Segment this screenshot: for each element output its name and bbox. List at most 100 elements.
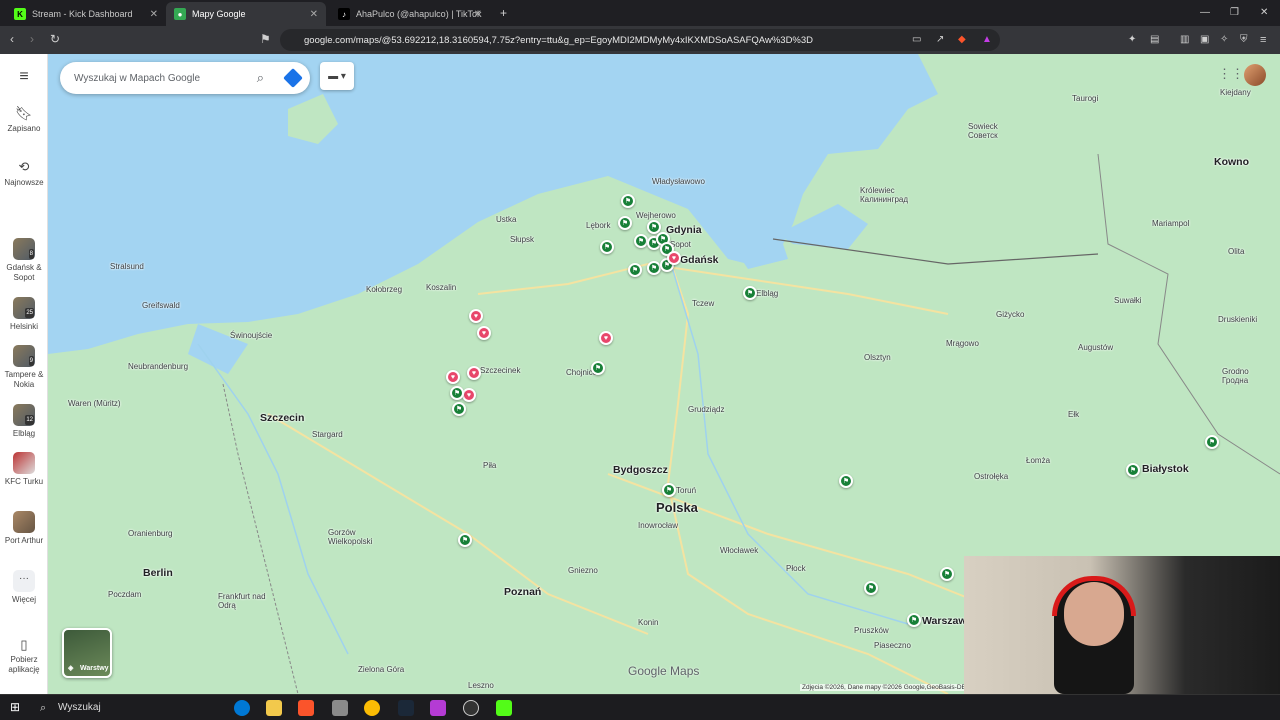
- list-kfc-turku[interactable]: KFC Turku: [0, 452, 48, 487]
- maximize-icon[interactable]: ❐: [1230, 7, 1239, 19]
- saved-heart-pin[interactable]: ♥: [667, 251, 681, 265]
- reload-icon[interactable]: ↻: [50, 33, 60, 45]
- search-input[interactable]: Wyszukaj w Mapach Google: [74, 73, 200, 84]
- list-label: Port Arthur: [4, 536, 44, 545]
- brave-shield-icon[interactable]: ◆: [958, 34, 966, 46]
- list-port-arthur[interactable]: Port Arthur: [0, 511, 48, 546]
- app-icon[interactable]: [332, 700, 348, 716]
- tab-tiktok[interactable]: ♪ AhaPulco (@ahapulco) | TikTok ✕: [330, 2, 490, 26]
- browser-menu-icon[interactable]: ≡: [1260, 34, 1266, 46]
- recent-label: Najnowsze: [4, 178, 44, 187]
- saved-flag-pin[interactable]: ⚑: [600, 240, 614, 254]
- saved-button[interactable]: 🔖︎ Zapisano: [0, 106, 48, 134]
- place-kolobrzeg: Kołobrzeg: [366, 285, 403, 294]
- url-field[interactable]: google.com/maps/@53.692212,18.3160594,7.…: [280, 29, 1000, 51]
- rewards-icon[interactable]: ▲: [982, 34, 992, 46]
- list-thumbnail: [13, 452, 35, 474]
- list-gdansk-sopot[interactable]: 8 Gdańsk & Sopot: [0, 238, 48, 283]
- extensions-icon[interactable]: ✦: [1128, 34, 1136, 46]
- menu-icon[interactable]: ≡: [0, 69, 48, 85]
- saved-flag-pin[interactable]: ⚑: [458, 533, 472, 547]
- list-thumbnail: 25: [13, 297, 35, 319]
- maps-pin-icon: ●: [174, 8, 186, 20]
- tab-title: AhaPulco (@ahapulco) | TikTok: [356, 9, 482, 19]
- saved-flag-pin[interactable]: ⚑: [452, 402, 466, 416]
- saved-flag-pin[interactable]: ⚑: [634, 234, 648, 248]
- share-icon[interactable]: ↗: [936, 34, 944, 46]
- forward-icon[interactable]: ›: [30, 33, 34, 45]
- recent-button[interactable]: ⟲ Najnowsze: [0, 160, 48, 188]
- minimize-icon[interactable]: —: [1200, 7, 1210, 19]
- sidebar-icon[interactable]: ▤: [1150, 34, 1159, 46]
- saved-flag-pin[interactable]: ⚑: [1205, 435, 1219, 449]
- search-icon[interactable]: ⌕: [257, 70, 264, 86]
- steam-icon[interactable]: [398, 700, 414, 716]
- close-tab-icon[interactable]: ✕: [474, 9, 482, 20]
- place-taurogi: Taurogi: [1072, 94, 1099, 103]
- place-poczdam: Poczdam: [108, 590, 142, 599]
- tab-kick-dashboard[interactable]: K Stream - Kick Dashboard ✕: [6, 2, 166, 26]
- app-icon[interactable]: [430, 700, 446, 716]
- avatar[interactable]: [1244, 64, 1266, 86]
- saved-heart-pin[interactable]: ♥: [446, 370, 460, 384]
- place-koszalin: Koszalin: [426, 283, 457, 292]
- filter-chip-button[interactable]: ▬ ▾: [320, 62, 354, 90]
- edge-icon[interactable]: [234, 700, 250, 716]
- tab-google-maps[interactable]: ● Mapy Google ✕: [166, 2, 326, 26]
- saved-heart-pin[interactable]: ♥: [599, 331, 613, 345]
- list-thumbnail: 12: [13, 404, 35, 426]
- saved-heart-pin[interactable]: ♥: [469, 309, 483, 323]
- search-box[interactable]: Wyszukaj w Mapach Google ⌕: [60, 62, 310, 94]
- close-window-icon[interactable]: ✕: [1260, 7, 1268, 19]
- kick-icon[interactable]: [496, 700, 512, 716]
- place-grudziadz: Grudziądz: [688, 405, 725, 414]
- saved-heart-pin[interactable]: ♥: [462, 388, 476, 402]
- place-pruszkow: Pruszków: [854, 626, 889, 635]
- cast-icon[interactable]: ▭: [912, 34, 921, 46]
- wallet-icon[interactable]: ▣: [1200, 34, 1209, 46]
- list-elblag[interactable]: 12 Elbląg: [0, 404, 48, 439]
- file-explorer-icon[interactable]: [266, 700, 282, 716]
- saved-flag-pin[interactable]: ⚑: [864, 581, 878, 595]
- saved-flag-pin[interactable]: ⚑: [621, 194, 635, 208]
- taskbar-search-label[interactable]: Wyszukaj: [58, 702, 101, 713]
- brave-icon[interactable]: [298, 700, 314, 716]
- saved-flag-pin[interactable]: ⚑: [1126, 463, 1140, 477]
- bookmark-icon[interactable]: ⚑: [260, 33, 271, 45]
- new-tab-icon[interactable]: +: [500, 7, 507, 19]
- back-icon[interactable]: ‹: [10, 33, 14, 45]
- saved-flag-pin[interactable]: ⚑: [662, 483, 676, 497]
- list-label: Elbląg: [12, 429, 36, 438]
- windows-start-icon[interactable]: ⊞: [10, 701, 20, 713]
- list-helsinki[interactable]: 25 Helsinki: [0, 297, 48, 332]
- saved-flag-pin[interactable]: ⚑: [618, 216, 632, 230]
- more-button[interactable]: ··· Więcej: [0, 570, 48, 605]
- saved-flag-pin[interactable]: ⚑: [839, 474, 853, 488]
- place-druskieniki: Druskieniki: [1218, 315, 1258, 324]
- get-app-button[interactable]: ▯ Pobierz aplikację: [0, 638, 48, 675]
- directions-icon[interactable]: [283, 68, 303, 88]
- chrome-icon[interactable]: [364, 700, 380, 716]
- leo-icon[interactable]: ✧: [1220, 34, 1228, 46]
- saved-heart-pin[interactable]: ♥: [477, 326, 491, 340]
- apps-grid-icon[interactable]: ⋮⋮: [1218, 66, 1244, 82]
- list-tampere-nokia[interactable]: 9 Tampere & Nokia: [0, 345, 48, 390]
- saved-flag-pin[interactable]: ⚑: [628, 263, 642, 277]
- saved-flag-pin[interactable]: ⚑: [450, 386, 464, 400]
- saved-flag-pin[interactable]: ⚑: [743, 286, 757, 300]
- saved-flag-pin[interactable]: ⚑: [591, 361, 605, 375]
- place-szczecinek: Szczecinek: [480, 366, 521, 375]
- saved-flag-pin[interactable]: ⚑: [907, 613, 921, 627]
- search-icon[interactable]: ⌕: [40, 702, 46, 714]
- vpn-icon[interactable]: ⛨: [1240, 34, 1248, 46]
- saved-flag-pin[interactable]: ⚑: [647, 261, 661, 275]
- saved-flag-pin[interactable]: ⚑: [940, 567, 954, 581]
- layers-button[interactable]: ◈ Warstwy: [62, 628, 112, 678]
- saved-heart-pin[interactable]: ♥: [467, 366, 481, 380]
- close-tab-icon[interactable]: ✕: [310, 9, 318, 20]
- border-line: [1097, 153, 1280, 475]
- panel-icon[interactable]: ▥: [1180, 34, 1189, 46]
- obs-icon[interactable]: [463, 700, 479, 716]
- close-tab-icon[interactable]: ✕: [150, 9, 158, 20]
- place-ostroleka: Ostrołęka: [974, 472, 1009, 481]
